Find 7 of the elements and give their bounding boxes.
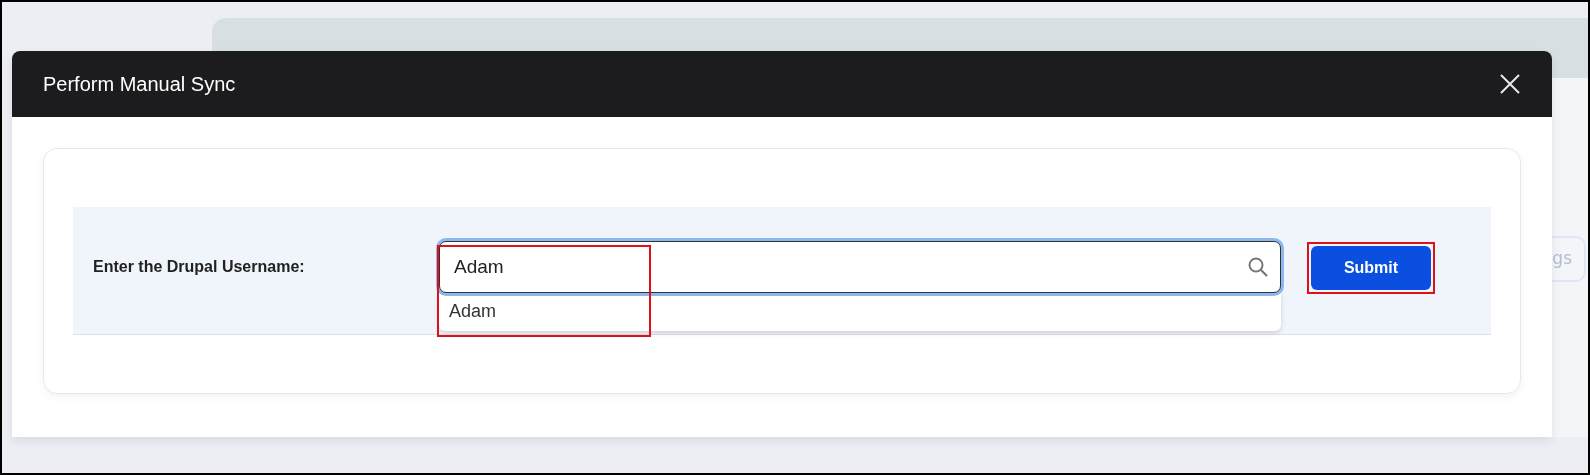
search-icon xyxy=(1247,256,1269,278)
suggestion-item[interactable]: Adam xyxy=(449,301,497,322)
submit-button[interactable]: Submit xyxy=(1311,246,1431,290)
dialog-title: Perform Manual Sync xyxy=(43,72,236,96)
username-search-field[interactable]: Adam xyxy=(439,241,1281,293)
close-icon[interactable] xyxy=(1499,73,1521,95)
field-label: Enter the Drupal Username: xyxy=(93,258,306,276)
